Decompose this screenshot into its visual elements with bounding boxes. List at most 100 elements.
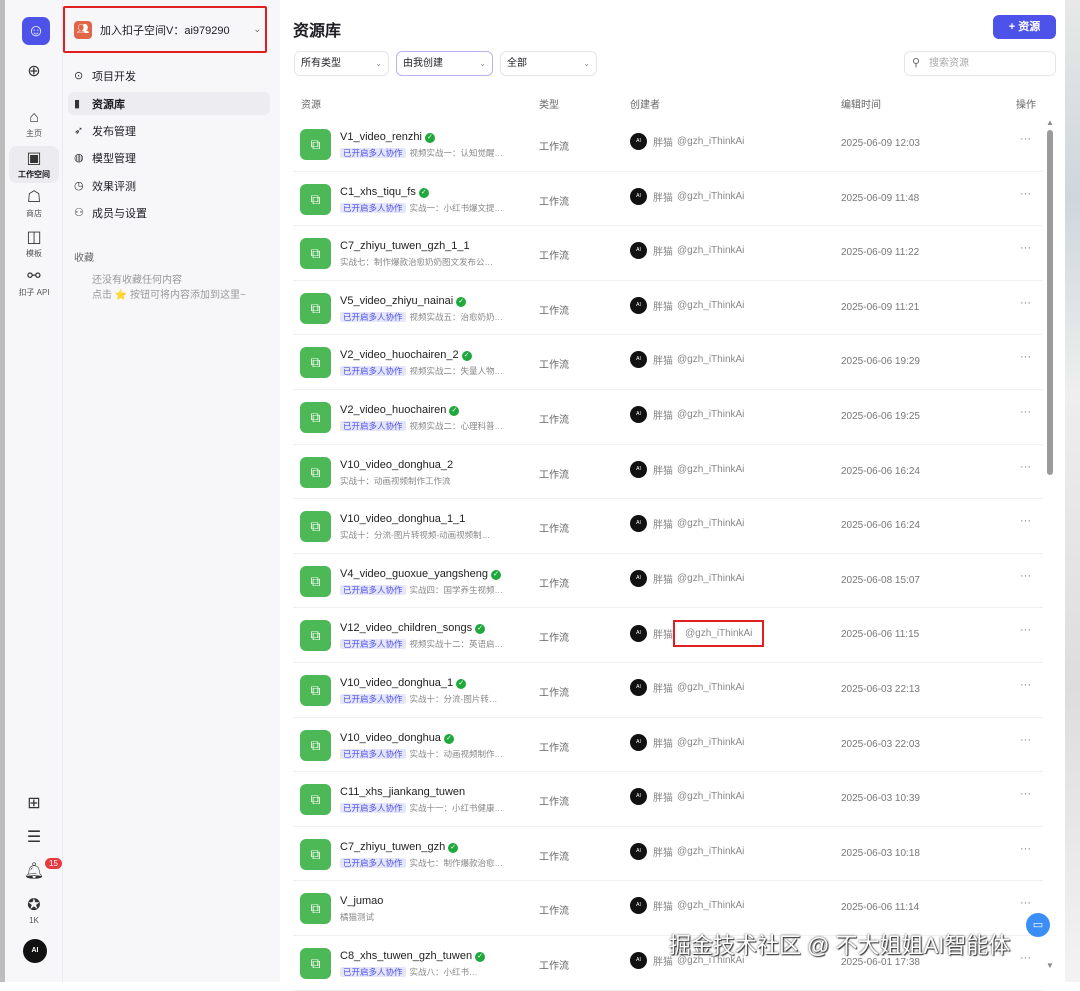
type-filter[interactable]: 所有类型⌄ <box>294 51 389 76</box>
collab-tag: 已开启多人协作 <box>340 858 406 868</box>
table-row[interactable]: ⧉ C11_xhs_jiankang_tuwen 已开启多人协作实战十一：小红书… <box>293 772 1043 827</box>
resource-type: 工作流 <box>539 793 569 808</box>
resource-desc: 实战七：制作爆款治愈… <box>410 858 504 868</box>
table-row[interactable]: ⧉ V2_video_huochairen_2✓ 已开启多人协作视频实战二：失量… <box>293 335 1043 390</box>
rail-item-workspace[interactable]: ▣工作空间 <box>9 146 59 183</box>
workflow-icon: ⧉ <box>300 566 331 597</box>
rail-item-store[interactable]: ☖商店 <box>9 188 59 219</box>
more-actions-button[interactable]: ··· <box>1020 461 1031 473</box>
more-actions-button[interactable]: ··· <box>1020 351 1031 363</box>
creator-handle: @gzh_iThinkAi <box>677 136 744 147</box>
resource-desc-cell: 实战十：动画视频制作工作流 <box>340 475 451 487</box>
rail-item-home[interactable]: ⌂主页 <box>9 108 59 139</box>
more-actions-button[interactable]: ··· <box>1020 242 1031 254</box>
search-input[interactable]: ⚲搜索资源 <box>904 51 1056 76</box>
creator-filter[interactable]: 由我创建⌄ <box>396 51 493 76</box>
resource-desc-cell: 已开启多人协作视频实战二：心理科普… <box>340 420 503 432</box>
resource-desc: 实战七：制作爆款治愈奶奶图文发布公… <box>340 257 493 267</box>
workspace-selector[interactable]: 👥︎ 加入扣子空间V：ai979290 ⌄ <box>63 6 267 53</box>
table-row[interactable]: ⧉ V10_video_donghua_1_1 实战十：分流-图片转视频-动画视… <box>293 499 1043 554</box>
scroll-down-icon[interactable]: ▼ <box>1046 961 1054 970</box>
workflow-icon: ⧉ <box>300 784 331 815</box>
resource-desc-cell: 已开启多人协作视频实战十二：英语启… <box>340 638 503 650</box>
resource-type: 工作流 <box>539 739 569 754</box>
more-actions-button[interactable]: ··· <box>1020 188 1031 200</box>
more-actions-button[interactable]: ··· <box>1020 406 1031 418</box>
table-row[interactable]: ⧉ V10_video_donghua_2 实战十：动画视频制作工作流 工作流 … <box>293 445 1043 500</box>
table-row[interactable]: ⧉ V10_video_donghua_1✓ 已开启多人协作实战十：分流-图片转… <box>293 663 1043 718</box>
sidebar-item-evaluation[interactable]: ◷效果评测 <box>68 174 270 197</box>
favorites-hint: 点击 ⭐ 按钮可将内容添加到这里~ <box>92 286 246 301</box>
more-actions-button[interactable]: ··· <box>1020 734 1031 746</box>
scroll-up-icon[interactable]: ▲ <box>1046 118 1054 127</box>
more-actions-button[interactable]: ··· <box>1020 297 1031 309</box>
published-check-icon: ✓ <box>475 952 485 962</box>
apps-button[interactable]: ⊞ <box>9 794 59 814</box>
create-button[interactable]: ⊕ <box>9 62 59 82</box>
rail-item-api[interactable]: ⚯扣子 API <box>9 267 59 298</box>
resource-desc-cell: 已开启多人协作实战一：小红书爆文提… <box>340 202 503 214</box>
table-row[interactable]: ⧉ V4_video_guoxue_yangsheng✓ 已开启多人协作实战四：… <box>293 554 1043 609</box>
add-resource-button[interactable]: + 资源 <box>993 15 1056 39</box>
sidebar-item-members[interactable]: ⚇成员与设置 <box>68 201 270 224</box>
watermark: 掘金技术社区 @ 不大姐姐AI智能体 <box>669 928 1010 960</box>
creator-handle: @gzh_iThinkAi <box>677 409 744 420</box>
sidebar-item-library[interactable]: ▮资源库 <box>68 92 270 115</box>
stars-button[interactable]: ✪1K <box>9 896 59 925</box>
docs-button[interactable]: ☰ <box>9 828 59 848</box>
rail-item-templates[interactable]: ◫模板 <box>9 228 59 259</box>
resource-name-cell: V10_video_donghua✓ <box>340 732 454 744</box>
sidebar-item-projects[interactable]: ⊙项目开发 <box>68 64 270 87</box>
workflow-icon: ⧉ <box>300 839 331 870</box>
scrollbar[interactable] <box>1047 130 1053 475</box>
more-actions-button[interactable]: ··· <box>1020 133 1031 145</box>
table-row[interactable]: ⧉ C7_zhiyu_tuwen_gzh✓ 已开启多人协作实战七：制作爆款治愈…… <box>293 827 1043 882</box>
edit-time: 2025-06-06 11:15 <box>841 629 919 640</box>
edit-time: 2025-06-06 19:29 <box>841 356 920 367</box>
resource-library: 资源库 + 资源 所有类型⌄ 由我创建⌄ 全部⌄ ⚲搜索资源 资源 类型 创建者… <box>280 0 1065 982</box>
resource-name-cell: V4_video_guoxue_yangsheng✓ <box>340 568 501 580</box>
notifications-button[interactable]: 🔔︎15 <box>9 862 59 882</box>
resource-name: V5_video_zhiyu_nainai <box>340 295 453 307</box>
published-check-icon: ✓ <box>475 624 485 634</box>
table-row[interactable]: ⧉ V12_video_children_songs✓ 已开启多人协作视频实战十… <box>293 608 1043 663</box>
feedback-button[interactable]: ▭ <box>1026 913 1050 937</box>
status-filter[interactable]: 全部⌄ <box>500 51 597 76</box>
template-icon: ◫ <box>9 228 59 248</box>
resource-name-cell: V10_video_donghua_1✓ <box>340 677 466 689</box>
resource-name: C8_xhs_tuwen_gzh_tuwen <box>340 950 472 962</box>
more-actions-button[interactable]: ··· <box>1020 679 1031 691</box>
creator-cell: AI胖猫@gzh_iThinkAi <box>630 188 744 205</box>
creator-cell: AI胖猫@gzh_iThinkAi <box>630 461 744 478</box>
table-row[interactable]: ⧉ V5_video_zhiyu_nainai✓ 已开启多人协作视频实战五：治愈… <box>293 281 1043 336</box>
resource-desc: 视频实战二：心理科普… <box>410 421 504 431</box>
sidebar-item-models[interactable]: ◍模型管理 <box>68 146 270 169</box>
collab-tag: 已开启多人协作 <box>340 312 406 322</box>
coze-logo-icon[interactable]: ☺ <box>22 17 50 45</box>
sidebar-item-publish[interactable]: ➶发布管理 <box>68 119 270 142</box>
table-row[interactable]: ⧉ V2_video_huochairen✓ 已开启多人协作视频实战二：心理科普… <box>293 390 1043 445</box>
table-row[interactable]: ⧉ V10_video_donghua✓ 已开启多人协作实战十：动画视频制作… … <box>293 718 1043 773</box>
more-actions-button[interactable]: ··· <box>1020 624 1031 636</box>
more-actions-button[interactable]: ··· <box>1020 570 1031 582</box>
table-row[interactable]: ⧉ C1_xhs_tiqu_fs✓ 已开启多人协作实战一：小红书爆文提… 工作流… <box>293 172 1043 227</box>
creator-avatar: AI <box>630 570 647 587</box>
more-actions-button[interactable]: ··· <box>1020 897 1031 909</box>
more-actions-button[interactable]: ··· <box>1020 515 1031 527</box>
more-actions-button[interactable]: ··· <box>1020 843 1031 855</box>
more-actions-button[interactable]: ··· <box>1020 788 1031 800</box>
resource-name-cell: V5_video_zhiyu_nainai✓ <box>340 295 466 307</box>
user-avatar[interactable]: AI <box>23 939 47 963</box>
chevron-down-icon: ⌄ <box>479 52 486 75</box>
resource-desc-cell: 已开启多人协作视频实战二：失量人物… <box>340 365 503 377</box>
creator-handle: @gzh_iThinkAi <box>677 464 744 475</box>
table-row[interactable]: ⧉ C7_zhiyu_tuwen_gzh_1_1 实战七：制作爆款治愈奶奶图文发… <box>293 226 1043 281</box>
table-row[interactable]: ⧉ V1_video_renzhi✓ 已开启多人协作视频实战一：认知觉醒… 工作… <box>293 117 1043 172</box>
creator-avatar: AI <box>630 843 647 860</box>
favorites-empty: 还没有收藏任何内容 <box>92 271 182 286</box>
resource-name: V10_video_donghua <box>340 732 441 744</box>
more-actions-button[interactable]: ··· <box>1020 952 1031 964</box>
creator-name: 胖猫 <box>653 898 673 913</box>
edit-time: 2025-06-09 11:22 <box>841 247 919 258</box>
published-check-icon: ✓ <box>419 188 429 198</box>
